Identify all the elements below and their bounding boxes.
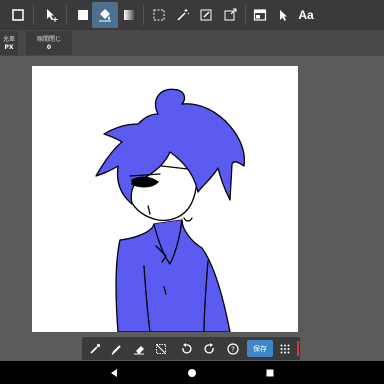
tolerance-value: PX xyxy=(4,43,14,51)
redo-icon[interactable] xyxy=(200,339,220,358)
tool-options-bar: 允差 PX 隙間閉じ 0 xyxy=(0,30,384,56)
character-illustration xyxy=(95,88,246,332)
undo-icon[interactable] xyxy=(176,339,196,358)
text-tool-button[interactable]: Aa xyxy=(293,2,319,28)
gap-close-value: 0 xyxy=(46,43,52,51)
marquee-select-icon[interactable] xyxy=(146,2,172,28)
recents-icon[interactable] xyxy=(262,365,278,381)
tolerance-option[interactable]: 允差 PX xyxy=(0,31,18,55)
rectangle-select-icon[interactable] xyxy=(5,2,31,28)
help-icon[interactable]: ? xyxy=(223,339,243,358)
bottom-toolbar: ? 保存 xyxy=(82,337,300,360)
pen-select-icon[interactable] xyxy=(193,2,219,28)
toolbar-divider xyxy=(33,5,34,25)
eyedropper-icon[interactable] xyxy=(85,339,105,358)
back-icon[interactable] xyxy=(106,365,122,381)
eraser-icon[interactable] xyxy=(129,339,149,358)
drawing-canvas[interactable] xyxy=(32,66,298,332)
grid-menu-icon[interactable] xyxy=(275,339,295,358)
deselect-icon[interactable] xyxy=(151,339,171,358)
toolbar-divider xyxy=(66,5,67,25)
home-icon[interactable] xyxy=(184,365,200,381)
svg-text:?: ? xyxy=(231,345,235,353)
toolbar-divider xyxy=(245,5,246,25)
save-button[interactable]: 保存 xyxy=(247,340,273,357)
gradient-icon[interactable] xyxy=(116,2,142,28)
gap-close-option[interactable]: 隙間閉じ 0 xyxy=(26,31,72,55)
tolerance-label: 允差 xyxy=(2,35,15,43)
gap-close-label: 隙間閉じ xyxy=(36,35,61,43)
pen-icon[interactable] xyxy=(107,339,127,358)
paint-bucket-icon[interactable] xyxy=(92,2,118,28)
scroll-indicator xyxy=(297,341,299,356)
transform-icon[interactable] xyxy=(217,2,243,28)
move-tool-icon[interactable] xyxy=(38,2,64,28)
toolbar-divider xyxy=(143,5,144,25)
top-toolbar: Aa xyxy=(0,0,384,30)
system-nav-bar xyxy=(0,361,384,384)
